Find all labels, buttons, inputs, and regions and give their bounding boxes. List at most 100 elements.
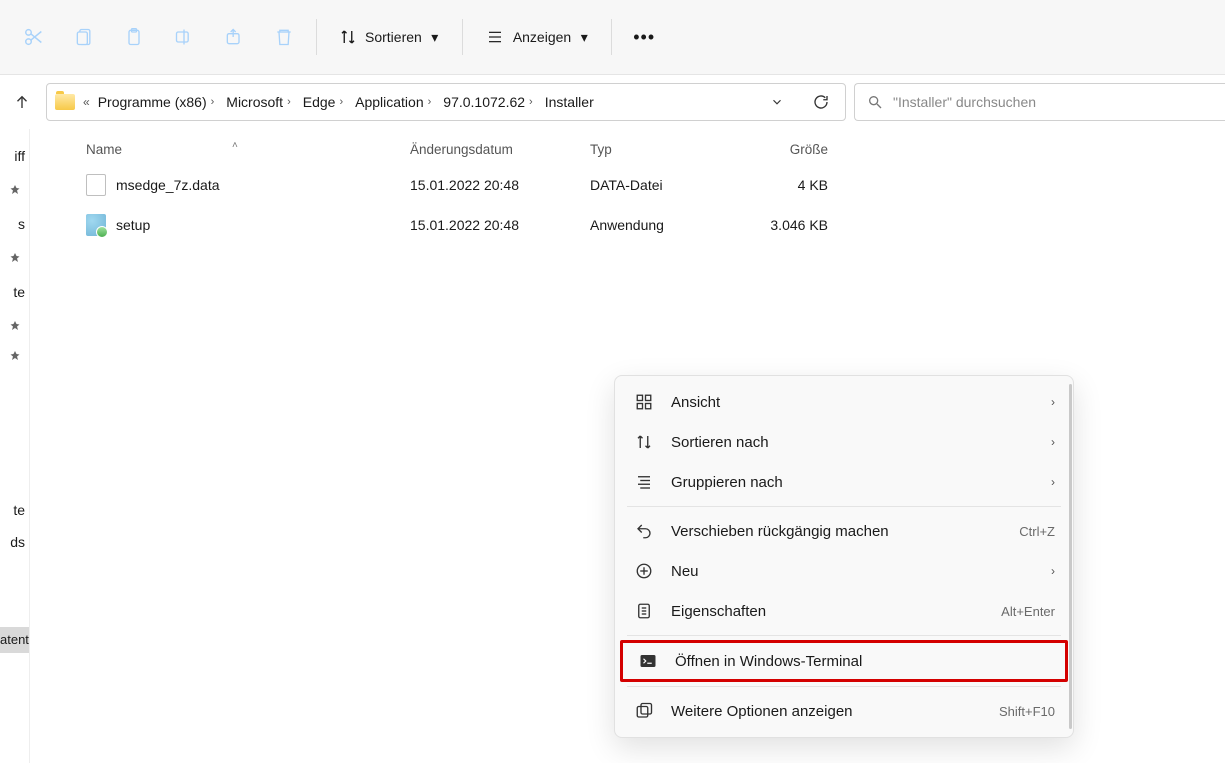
file-date: 15.01.2022 20:48 [410, 177, 590, 193]
copy-button[interactable] [60, 13, 108, 61]
chevron-right-icon: › [287, 96, 291, 108]
refresh-button[interactable] [807, 88, 835, 116]
address-history-button[interactable] [763, 88, 791, 116]
terminal-icon [637, 650, 659, 672]
search-placeholder: "Installer" durchsuchen [893, 94, 1036, 110]
ellipsis-icon: ••• [633, 27, 655, 48]
folder-icon [55, 94, 75, 110]
share-icon [223, 27, 245, 47]
list-view-icon [485, 29, 505, 45]
pin-icon [0, 311, 29, 341]
copy-icon [74, 26, 94, 48]
breadcrumb-segment[interactable]: Programme (x86)› [94, 87, 219, 117]
breadcrumb-overflow[interactable]: « [83, 95, 90, 109]
ctx-view[interactable]: Ansicht › [619, 382, 1069, 422]
chevron-right-icon: › [1051, 395, 1055, 409]
rename-button[interactable] [160, 13, 208, 61]
share-button[interactable] [210, 13, 258, 61]
context-separator [627, 506, 1061, 507]
breadcrumb-segment[interactable]: Microsoft› [222, 87, 294, 117]
application-icon [86, 214, 106, 236]
file-row[interactable]: setup 15.01.2022 20:48 Anwendung 3.046 K… [86, 205, 1225, 245]
more-options-icon [633, 700, 655, 722]
column-size[interactable]: Größe [738, 142, 828, 157]
grid-icon [633, 391, 655, 413]
file-name: setup [116, 217, 150, 233]
breadcrumb[interactable]: « Programme (x86)› Microsoft› Edge› Appl… [46, 83, 846, 121]
file-row[interactable]: msedge_7z.data 15.01.2022 20:48 DATA-Dat… [86, 165, 1225, 205]
clipboard-icon [124, 26, 144, 48]
sidebar-item[interactable]: s [0, 211, 29, 237]
column-type[interactable]: Typ [590, 142, 738, 157]
sidebar-item[interactable]: te [0, 279, 29, 305]
shortcut-text: Ctrl+Z [1019, 524, 1055, 539]
refresh-icon [812, 93, 830, 111]
sort-icon [633, 431, 655, 453]
chevron-down-icon [770, 95, 784, 109]
sort-dropdown[interactable]: Sortieren ▾ [325, 13, 454, 61]
ctx-more-options[interactable]: Weitere Optionen anzeigen Shift+F10 [619, 691, 1069, 731]
ctx-new[interactable]: Neu › [619, 551, 1069, 591]
chevron-right-icon: › [211, 96, 215, 108]
column-name[interactable]: Name ˄ [86, 142, 410, 157]
sidebar-item[interactable]: ds [0, 529, 29, 555]
scissors-icon [23, 26, 45, 48]
search-icon [867, 94, 883, 110]
sort-icon [339, 28, 357, 46]
chevron-down-icon: ▾ [579, 32, 589, 42]
chevron-right-icon: › [428, 96, 432, 108]
chevron-right-icon: › [1051, 564, 1055, 578]
file-size: 3.046 KB [738, 217, 828, 233]
view-label: Anzeigen [513, 29, 571, 45]
ctx-group[interactable]: Gruppieren nach › [619, 462, 1069, 502]
ctx-properties[interactable]: Eigenschaften Alt+Enter [619, 591, 1069, 631]
sidebar: iff s te te ds atenträger [0, 129, 30, 763]
pin-icon [0, 341, 29, 371]
cut-button[interactable] [10, 13, 58, 61]
column-date[interactable]: Änderungsdatum [410, 142, 590, 157]
delete-button[interactable] [260, 13, 308, 61]
shortcut-text: Shift+F10 [999, 704, 1055, 719]
pin-icon [0, 175, 29, 205]
scrollbar[interactable] [1069, 384, 1072, 729]
breadcrumb-segment[interactable]: Edge› [299, 87, 347, 117]
more-button[interactable]: ••• [620, 13, 668, 61]
properties-icon [633, 600, 655, 622]
breadcrumb-segment[interactable]: 97.0.1072.62› [439, 87, 536, 117]
breadcrumb-segment[interactable]: Installer [541, 87, 598, 117]
file-type: Anwendung [590, 217, 738, 233]
chevron-right-icon: › [1051, 435, 1055, 449]
plus-circle-icon [633, 560, 655, 582]
context-menu: Ansicht › Sortieren nach › Gruppieren na… [614, 375, 1074, 738]
chevron-down-icon: ▾ [430, 32, 440, 42]
file-icon [86, 174, 106, 196]
file-type: DATA-Datei [590, 177, 738, 193]
sort-indicator-icon: ˄ [232, 140, 238, 151]
up-button[interactable] [6, 86, 38, 118]
breadcrumb-segment[interactable]: Application› [351, 87, 435, 117]
toolbar-separator [462, 19, 463, 55]
search-input[interactable]: "Installer" durchsuchen [854, 83, 1225, 121]
sidebar-item[interactable]: te [0, 497, 29, 523]
arrow-up-icon [13, 93, 31, 111]
toolbar-separator [611, 19, 612, 55]
pin-icon [0, 243, 29, 273]
trash-icon [274, 26, 294, 48]
file-name: msedge_7z.data [116, 177, 220, 193]
ctx-undo[interactable]: Verschieben rückgängig machen Ctrl+Z [619, 511, 1069, 551]
address-row: « Programme (x86)› Microsoft› Edge› Appl… [0, 75, 1225, 129]
sidebar-item[interactable]: iff [0, 143, 29, 169]
file-date: 15.01.2022 20:48 [410, 217, 590, 233]
context-separator [627, 686, 1061, 687]
rename-icon [173, 27, 195, 47]
context-separator [627, 635, 1061, 636]
ctx-sort[interactable]: Sortieren nach › [619, 422, 1069, 462]
file-size: 4 KB [738, 177, 828, 193]
ctx-open-terminal[interactable]: Öffnen in Windows-Terminal [620, 640, 1068, 682]
sidebar-item[interactable]: atenträger [0, 627, 29, 653]
chevron-right-icon: › [1051, 475, 1055, 489]
undo-icon [633, 520, 655, 542]
column-headers: Name ˄ Änderungsdatum Typ Größe [86, 129, 1225, 165]
view-dropdown[interactable]: Anzeigen ▾ [471, 13, 603, 61]
paste-button[interactable] [110, 13, 158, 61]
